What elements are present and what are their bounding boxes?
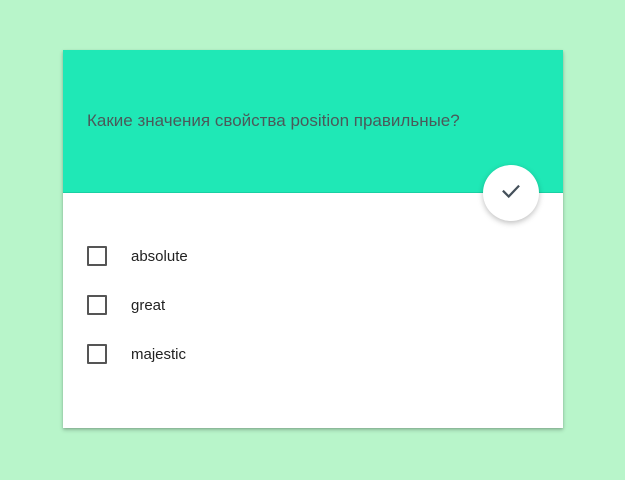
check-icon	[500, 180, 522, 207]
quiz-card: Какие значения свойства position правиль…	[63, 50, 563, 428]
question-text: Какие значения свойства position правиль…	[87, 111, 460, 130]
option-checkbox[interactable]	[87, 295, 107, 315]
option-label: absolute	[131, 247, 188, 265]
option-great[interactable]: great	[87, 295, 188, 315]
option-checkbox[interactable]	[87, 246, 107, 266]
option-label: majestic	[131, 345, 187, 363]
option-label: great	[131, 296, 166, 314]
answer-options: absolute great majestic	[87, 246, 188, 393]
option-absolute[interactable]: absolute	[87, 246, 188, 266]
option-checkbox[interactable]	[87, 344, 107, 364]
quiz-header: Какие значения свойства position правиль…	[63, 50, 563, 193]
submit-answer-button[interactable]	[483, 165, 539, 221]
option-majestic[interactable]: majestic	[87, 344, 188, 364]
